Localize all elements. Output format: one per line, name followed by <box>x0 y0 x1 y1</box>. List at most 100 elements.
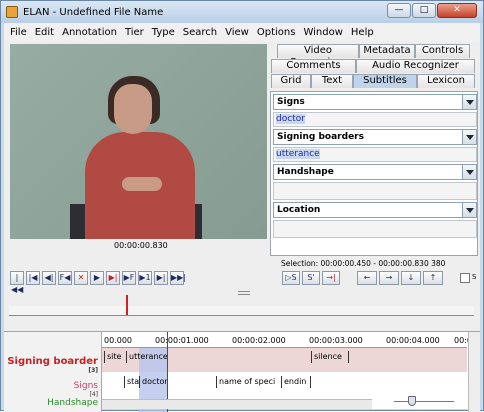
tab-subtitles[interactable]: Subtitles <box>353 74 417 88</box>
subtitle-value-1: doctor <box>273 112 477 127</box>
selection-readout: Selection: 00:00:00.450 - 00:00:00.830 3… <box>281 259 446 268</box>
subtitle-value-2: utterance <box>273 147 477 162</box>
tab-controls[interactable]: Controls <box>415 44 470 58</box>
menu-annotation[interactable]: Annotation <box>62 27 117 38</box>
play-selection-s-button[interactable]: ▷S <box>282 271 300 285</box>
tabs-row-2: Comments Audio Recognizer <box>271 59 475 73</box>
tick-label: 00:00:01.000 <box>155 336 209 345</box>
tab-audio-recognizer[interactable]: Audio Recognizer <box>356 59 475 73</box>
play-selection-button[interactable]: ▶| <box>106 271 120 285</box>
window-title: ELAN - Undefined File Name <box>23 6 164 18</box>
tick-label: 00.000 <box>104 336 132 345</box>
minimize-button[interactable]: — <box>387 3 411 18</box>
tab-comments[interactable]: Comments <box>271 59 356 73</box>
tier-label-signs[interactable]: Signs [4] <box>74 381 98 398</box>
subtitle-text-1: doctor <box>276 114 305 124</box>
chevron-down-icon[interactable] <box>462 95 476 109</box>
arrow-left-button[interactable]: ← <box>357 271 377 285</box>
nav-controls: ← → ↓ ↑ <box>357 271 445 287</box>
annotation-signing-boarder[interactable]: silence <box>311 351 349 363</box>
menu-window[interactable]: Window <box>303 27 342 38</box>
go-to-begin-button[interactable]: |◀◀ <box>10 271 24 294</box>
annotation-signs[interactable]: endin <box>281 376 311 388</box>
zoom-slider[interactable] <box>394 396 454 407</box>
tier-name-handshape: Handshape <box>47 398 98 408</box>
option-checkbox[interactable] <box>460 273 470 283</box>
tier-count-signing-boarder: [3] <box>88 367 98 374</box>
step-forward-button[interactable]: ▶1 <box>138 271 152 285</box>
horizontal-scrollbar[interactable] <box>102 399 372 409</box>
tier-count-signs: [4] <box>89 391 99 398</box>
annotation-signing-boarder[interactable]: site <box>104 351 126 363</box>
menu-search[interactable]: Search <box>183 27 217 38</box>
tab-lexicon[interactable]: Lexicon <box>417 74 475 88</box>
signer-hands <box>122 177 162 191</box>
tier-name-signs: Signs <box>73 381 98 391</box>
menu-file[interactable]: File <box>10 27 27 38</box>
elan-app-icon <box>6 6 18 18</box>
prev-frame-button[interactable]: |◀ <box>26 271 40 285</box>
menu-edit[interactable]: Edit <box>35 27 54 38</box>
menu-tier[interactable]: Tier <box>125 27 144 38</box>
tier-label-handshape[interactable]: Handshape <box>47 398 98 408</box>
play-button[interactable]: ▶ <box>90 271 104 285</box>
tick-label: 00:00:04.000 <box>386 336 440 345</box>
arrow-down-button[interactable]: ↓ <box>401 271 421 285</box>
tab-metadata[interactable]: Metadata <box>359 44 415 58</box>
menu-help[interactable]: Help <box>351 27 374 38</box>
tab-text[interactable]: Text <box>311 74 353 88</box>
selection-controls: ▷S S' →| <box>282 271 342 287</box>
annotation-timeline: Signing boarder [3] Signs [4] Handshape … <box>4 331 480 412</box>
subtitle-tier-select-3[interactable]: Handshape <box>273 164 477 180</box>
subtitle-tier-select-2[interactable]: Signing boarders <box>273 129 477 145</box>
subtitle-tier-select-1[interactable]: Signs <box>273 94 477 110</box>
time-ruler[interactable]: 00.000 00:00:01.000 00:00:02.000 00:00:0… <box>102 332 472 348</box>
subtitle-value-3 <box>273 182 477 200</box>
video-viewer[interactable] <box>10 44 267 239</box>
chevron-down-icon[interactable] <box>462 165 476 179</box>
overview-cursor[interactable] <box>126 295 128 315</box>
step-back-button[interactable]: ◀| <box>42 271 56 285</box>
clear-selection-button[interactable]: ✕ <box>74 271 88 285</box>
tier-label-signing-boarder[interactable]: Signing boarder [3] <box>7 356 98 374</box>
annotation-signs[interactable]: sta <box>124 376 139 388</box>
go-to-end-button[interactable]: ▶▶| <box>170 271 186 285</box>
splitter-handle[interactable] <box>238 291 250 295</box>
tick-label: 00:00:02.000 <box>232 336 286 345</box>
prev-frame-f-button[interactable]: F◀ <box>58 271 72 285</box>
subtitle-tier-name-3: Handshape <box>277 167 334 177</box>
next-frame-button[interactable]: ▶| <box>154 271 168 285</box>
next-frame-f-button[interactable]: ▶F <box>122 271 136 285</box>
tier-name-signing-boarder: Signing boarder <box>7 356 98 367</box>
tick-label: 00:00:03.000 <box>309 336 363 345</box>
annotation-signs[interactable]: doctor <box>139 376 216 388</box>
menu-view[interactable]: View <box>225 27 249 38</box>
title-bar: ELAN - Undefined File Name — □ ✕ <box>1 1 483 23</box>
media-timecode: 00:00:00.830 <box>114 241 168 250</box>
annotation-signs[interactable]: name of speci <box>216 376 281 388</box>
tabs-row-1: Video Recognizer Metadata Controls <box>277 44 470 68</box>
subtitle-tier-name-4: Location <box>277 205 321 215</box>
annotation-signing-boarder[interactable]: utterance <box>126 351 311 363</box>
subtitle-value-4 <box>273 220 477 238</box>
subtitle-tier-select-4[interactable]: Location <box>273 202 477 218</box>
vertical-scrollbar[interactable] <box>468 332 480 412</box>
menu-type[interactable]: Type <box>152 27 175 38</box>
arrow-up-button[interactable]: ↑ <box>423 271 443 285</box>
maximize-button[interactable]: □ <box>412 3 436 18</box>
app-window: ELAN - Undefined File Name — □ ✕ File Ed… <box>0 0 484 412</box>
menu-options[interactable]: Options <box>257 27 296 38</box>
menu-bar: File Edit Annotation Tier Type Search Vi… <box>4 23 480 41</box>
overview-ruler[interactable] <box>9 306 474 316</box>
tab-video-recognizer[interactable]: Video Recognizer <box>277 44 359 68</box>
close-button[interactable]: ✕ <box>437 3 477 18</box>
slider-knob[interactable] <box>408 396 416 406</box>
chevron-down-icon[interactable] <box>462 203 476 217</box>
arrow-right-button[interactable]: → <box>379 271 399 285</box>
chevron-down-icon[interactable] <box>462 130 476 144</box>
player-controls: |◀◀ |◀ ◀| F◀ ✕ ▶ ▶| ▶F ▶1 ▶| ▶▶| <box>10 271 186 294</box>
selection-mode-button[interactable]: S' <box>302 271 320 285</box>
tab-grid[interactable]: Grid <box>271 74 311 88</box>
signer-face <box>114 84 152 134</box>
jump-selection-end-button[interactable]: →| <box>322 271 340 285</box>
